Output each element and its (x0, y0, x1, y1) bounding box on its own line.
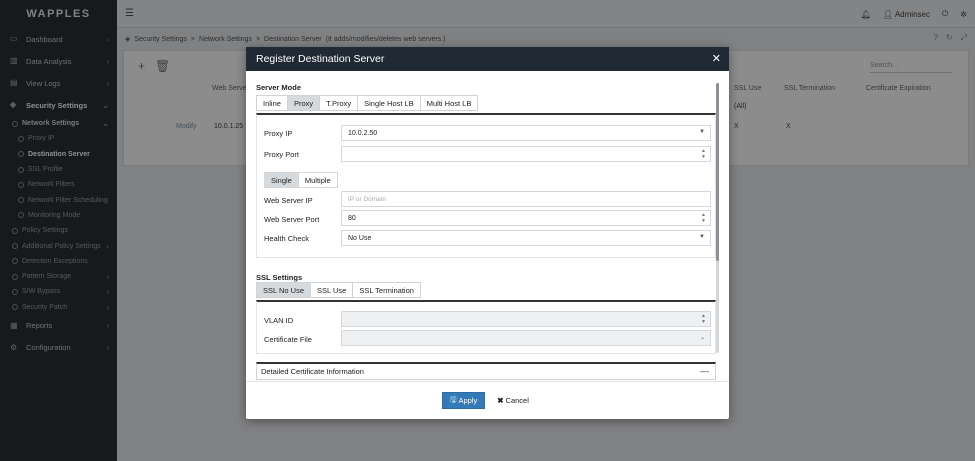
certificate-file-label: Certificate File (264, 335, 312, 344)
web-server-mode-multiple[interactable]: Multiple (298, 173, 337, 187)
proxy-port-input[interactable]: ▲ ▼ (341, 146, 711, 162)
apply-button[interactable]: 🖫 Apply (442, 392, 486, 409)
modal-header: Register Destination Server (246, 47, 729, 71)
ssl-termination-option[interactable]: SSL Termination (353, 283, 420, 297)
server-mode-single-host-lb[interactable]: Single Host LB (358, 96, 421, 110)
server-mode-group: Inline Proxy T.Proxy Single Host LB Mult… (256, 95, 479, 111)
server-mode-proxy[interactable]: Proxy (287, 96, 321, 110)
caret-down-icon: ▼ (699, 234, 705, 240)
detailed-certificate-toggle[interactable]: Detailed Certificate Information — (256, 362, 716, 380)
web-server-mode-single[interactable]: Single (265, 173, 299, 187)
spinner-icon: ▲ ▼ (701, 313, 706, 325)
ssl-settings-title: SSL Settings (256, 273, 303, 282)
scrollbar-thumb[interactable] (716, 83, 719, 261)
server-mode-tproxy[interactable]: T.Proxy (320, 96, 359, 110)
web-server-port-value: 80 (348, 214, 356, 222)
cancel-label: Cancel (505, 396, 529, 405)
ssl-no-use-option[interactable]: SSL No Use (257, 283, 311, 297)
server-mode-title: Server Mode (256, 83, 302, 92)
spinner-icon[interactable]: ▲ ▼ (701, 148, 706, 160)
modal-scrollbar[interactable] (716, 83, 719, 353)
modal-title: Register Destination Server (256, 53, 385, 65)
chevron-down-icon: ⌄ (699, 335, 705, 341)
close-icon: ✖ (497, 396, 504, 405)
vlan-id-input: ▲ ▼ (341, 311, 711, 327)
ssl-settings-group: SSL No Use SSL Use SSL Termination (256, 282, 421, 298)
vlan-id-label: VLAN ID (264, 316, 294, 325)
close-icon[interactable]: ✕ (712, 52, 721, 65)
web-server-ip-input[interactable]: IP or Domain (341, 191, 711, 207)
spinner-icon[interactable]: ▲ ▼ (701, 212, 706, 224)
caret-down-icon: ▼ (699, 129, 705, 135)
server-mode-multi-host-lb[interactable]: Multi Host LB (420, 96, 478, 110)
web-server-mode-group: Single Multiple (264, 172, 338, 188)
proxy-ip-label: Proxy IP (264, 129, 293, 138)
web-server-port-input[interactable]: 80 ▲ ▼ (341, 210, 711, 226)
save-icon: 🖫 (450, 395, 457, 404)
health-check-select[interactable]: No Use ▼ (341, 230, 711, 246)
collapse-icon[interactable]: — (700, 366, 709, 376)
ssl-use-option[interactable]: SSL Use (311, 283, 354, 297)
web-server-port-label: Web Server Port (264, 215, 320, 224)
certificate-file-select: ⌄ (341, 330, 711, 346)
proxy-ip-value: 10.0.2.50 (348, 129, 378, 137)
modal-body: Server Mode Inline Proxy T.Proxy Single … (246, 71, 729, 381)
proxy-ip-select[interactable]: 10.0.2.50 ▼ (341, 125, 711, 141)
cancel-button[interactable]: ✖ Cancel (493, 392, 533, 409)
detailed-certificate-label: Detailed Certificate Information (261, 367, 364, 376)
register-destination-server-dialog: Register Destination Server ✕ Server Mod… (246, 47, 729, 419)
health-check-value: No Use (348, 234, 372, 242)
proxy-port-label: Proxy Port (264, 150, 300, 159)
server-mode-inline[interactable]: Inline (257, 96, 288, 110)
modal-footer: 🖫 Apply ✖ Cancel (246, 381, 729, 419)
web-server-ip-label: Web Server IP (264, 196, 313, 205)
apply-label: Apply (458, 396, 478, 405)
health-check-label: Health Check (264, 234, 310, 243)
